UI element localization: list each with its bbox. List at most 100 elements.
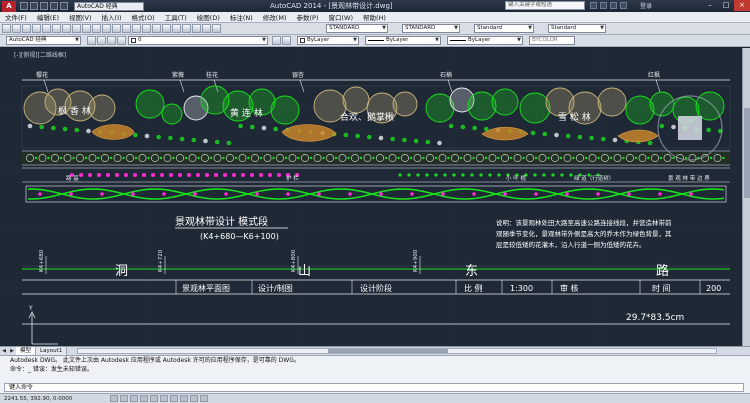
menu-format[interactable]: 格式(O): [127, 12, 160, 22]
horizontal-scroll-thumb[interactable]: [328, 349, 449, 353]
redo-icon[interactable]: [60, 2, 68, 10]
osnap-icon[interactable]: [150, 395, 158, 402]
text-style-select[interactable]: STANDARD ▼: [326, 24, 388, 33]
dyn-icon[interactable]: [180, 395, 188, 402]
zoom-realtime-icon[interactable]: [122, 24, 131, 33]
menu-window[interactable]: 窗口(W): [323, 12, 358, 22]
horizontal-scrollbar[interactable]: [77, 348, 718, 354]
binoculars-icon[interactable]: [590, 2, 597, 9]
hedge-dot: [309, 156, 313, 160]
shrub-dot: [179, 136, 185, 142]
make-current-icon[interactable]: [272, 36, 281, 45]
search-input[interactable]: 键入关键字或短语: [505, 1, 585, 10]
tool-palettes-icon[interactable]: [172, 24, 181, 33]
plotstyle-select[interactable]: BYCOLOR: [529, 36, 575, 45]
otrack-icon[interactable]: [160, 395, 168, 402]
lightbulb-icon[interactable]: [97, 36, 106, 45]
new-file-icon[interactable]: [20, 2, 28, 10]
properties-icon[interactable]: [152, 24, 161, 33]
open-icon[interactable]: [12, 24, 21, 33]
save-icon[interactable]: [40, 2, 48, 10]
shrub-dot: [647, 140, 653, 146]
viewport-label[interactable]: [-][俯视][二维线框]: [14, 50, 66, 59]
vertical-scrollbar[interactable]: [742, 48, 750, 348]
star-icon[interactable]: [600, 2, 607, 9]
vertical-scroll-thumb[interactable]: [744, 108, 750, 198]
qp-icon[interactable]: [200, 395, 208, 402]
redo-icon[interactable]: [102, 24, 111, 33]
workspace-dropdown[interactable]: AutoCAD 经典: [74, 1, 144, 11]
undo-icon[interactable]: [50, 2, 58, 10]
undo-icon[interactable]: [92, 24, 101, 33]
pan-icon[interactable]: [112, 24, 121, 33]
drawing-svg: 樱花 紫薇 桂花 银杏 石楠 红枫 枫 香 林 黄 连 林 合欢、鹅掌楸 雪 松 林: [0, 48, 750, 354]
text-style-value: STANDARD: [329, 25, 360, 31]
sun-icon[interactable]: [107, 36, 116, 45]
hedge-dot: [609, 156, 613, 160]
menu-file[interactable]: 文件(F): [0, 12, 32, 22]
hedge-dot: [547, 156, 550, 160]
help-icon[interactable]: [620, 2, 627, 9]
ortho-icon[interactable]: [130, 395, 138, 402]
polar-icon[interactable]: [140, 395, 148, 402]
paste-icon[interactable]: [72, 24, 81, 33]
login-button[interactable]: 登录: [640, 1, 652, 10]
color-select[interactable]: ByLayer ▼: [297, 36, 359, 45]
lineweight-select[interactable]: ByLayer ▼: [447, 36, 523, 45]
menu-tools[interactable]: 工具(T): [160, 12, 192, 22]
flower-dot: [277, 173, 281, 177]
lock-icon[interactable]: [117, 36, 126, 45]
menu-draw[interactable]: 绘图(D): [192, 12, 225, 22]
greenway-flower: [503, 192, 507, 196]
copy-icon[interactable]: [62, 24, 71, 33]
exchange-icon[interactable]: [610, 2, 617, 9]
drawing-canvas[interactable]: 樱花 紫薇 桂花 银杏 石楠 红枫 枫 香 林 黄 连 林 合欢、鹅掌楸 雪 松 林: [0, 48, 750, 354]
menu-edit[interactable]: 编辑(E): [32, 12, 64, 22]
close-icon[interactable]: ×: [734, 0, 750, 11]
save-icon[interactable]: [22, 24, 31, 33]
menu-parametric[interactable]: 参数(P): [291, 12, 323, 22]
match-properties-icon[interactable]: [82, 24, 91, 33]
table-style-select[interactable]: Standard ▼: [474, 24, 534, 33]
menu-view[interactable]: 视图(V): [64, 12, 97, 22]
new-icon[interactable]: [2, 24, 11, 33]
tab-first-icon[interactable]: ◀: [0, 348, 8, 354]
layer-select[interactable]: 0 ▼: [128, 36, 268, 45]
menu-help[interactable]: 帮助(H): [358, 12, 391, 22]
minimize-icon[interactable]: –: [702, 0, 718, 11]
zoom-previous-icon[interactable]: [142, 24, 151, 33]
command-input[interactable]: 键入命令: [4, 383, 744, 392]
help-icon[interactable]: [212, 24, 221, 33]
cut-icon[interactable]: [52, 24, 61, 33]
zoom-window-icon[interactable]: [132, 24, 141, 33]
grid-icon[interactable]: [120, 395, 128, 402]
zone-label: 枫 香 林: [58, 105, 91, 117]
menu-insert[interactable]: 插入(I): [97, 12, 127, 22]
menu-dimension[interactable]: 标注(N): [225, 12, 258, 22]
workspace-select[interactable]: AutoCAD 经典 ▼: [6, 36, 81, 45]
markup-icon[interactable]: [192, 24, 201, 33]
greenway-flower: [441, 192, 445, 196]
quickcalc-icon[interactable]: [202, 24, 211, 33]
linetype-select[interactable]: ByLayer ▼: [365, 36, 441, 45]
layer-properties-icon[interactable]: [87, 36, 96, 45]
ducs-icon[interactable]: [170, 395, 178, 402]
chevron-down-icon: ▼: [454, 25, 458, 31]
mleader-style-select[interactable]: Standard ▼: [548, 24, 606, 33]
zone-label: 黄 连 林: [230, 107, 263, 119]
preview-icon[interactable]: [42, 24, 51, 33]
print-icon[interactable]: [32, 24, 41, 33]
maximize-icon[interactable]: □: [718, 0, 734, 11]
hedge-dot: [272, 156, 275, 160]
layer-previous-icon[interactable]: [282, 36, 291, 45]
sheet-set-icon[interactable]: [182, 24, 191, 33]
design-center-icon[interactable]: [162, 24, 171, 33]
flower-dot: [214, 173, 218, 177]
open-file-icon[interactable]: [30, 2, 38, 10]
tab-next-icon[interactable]: ▶: [8, 348, 16, 354]
autocad-logo-icon[interactable]: A: [2, 0, 16, 12]
menu-modify[interactable]: 修改(M): [258, 12, 292, 22]
dim-style-select[interactable]: STANDARD ▼: [402, 24, 460, 33]
lwt-icon[interactable]: [190, 395, 198, 402]
snap-icon[interactable]: [110, 395, 118, 402]
